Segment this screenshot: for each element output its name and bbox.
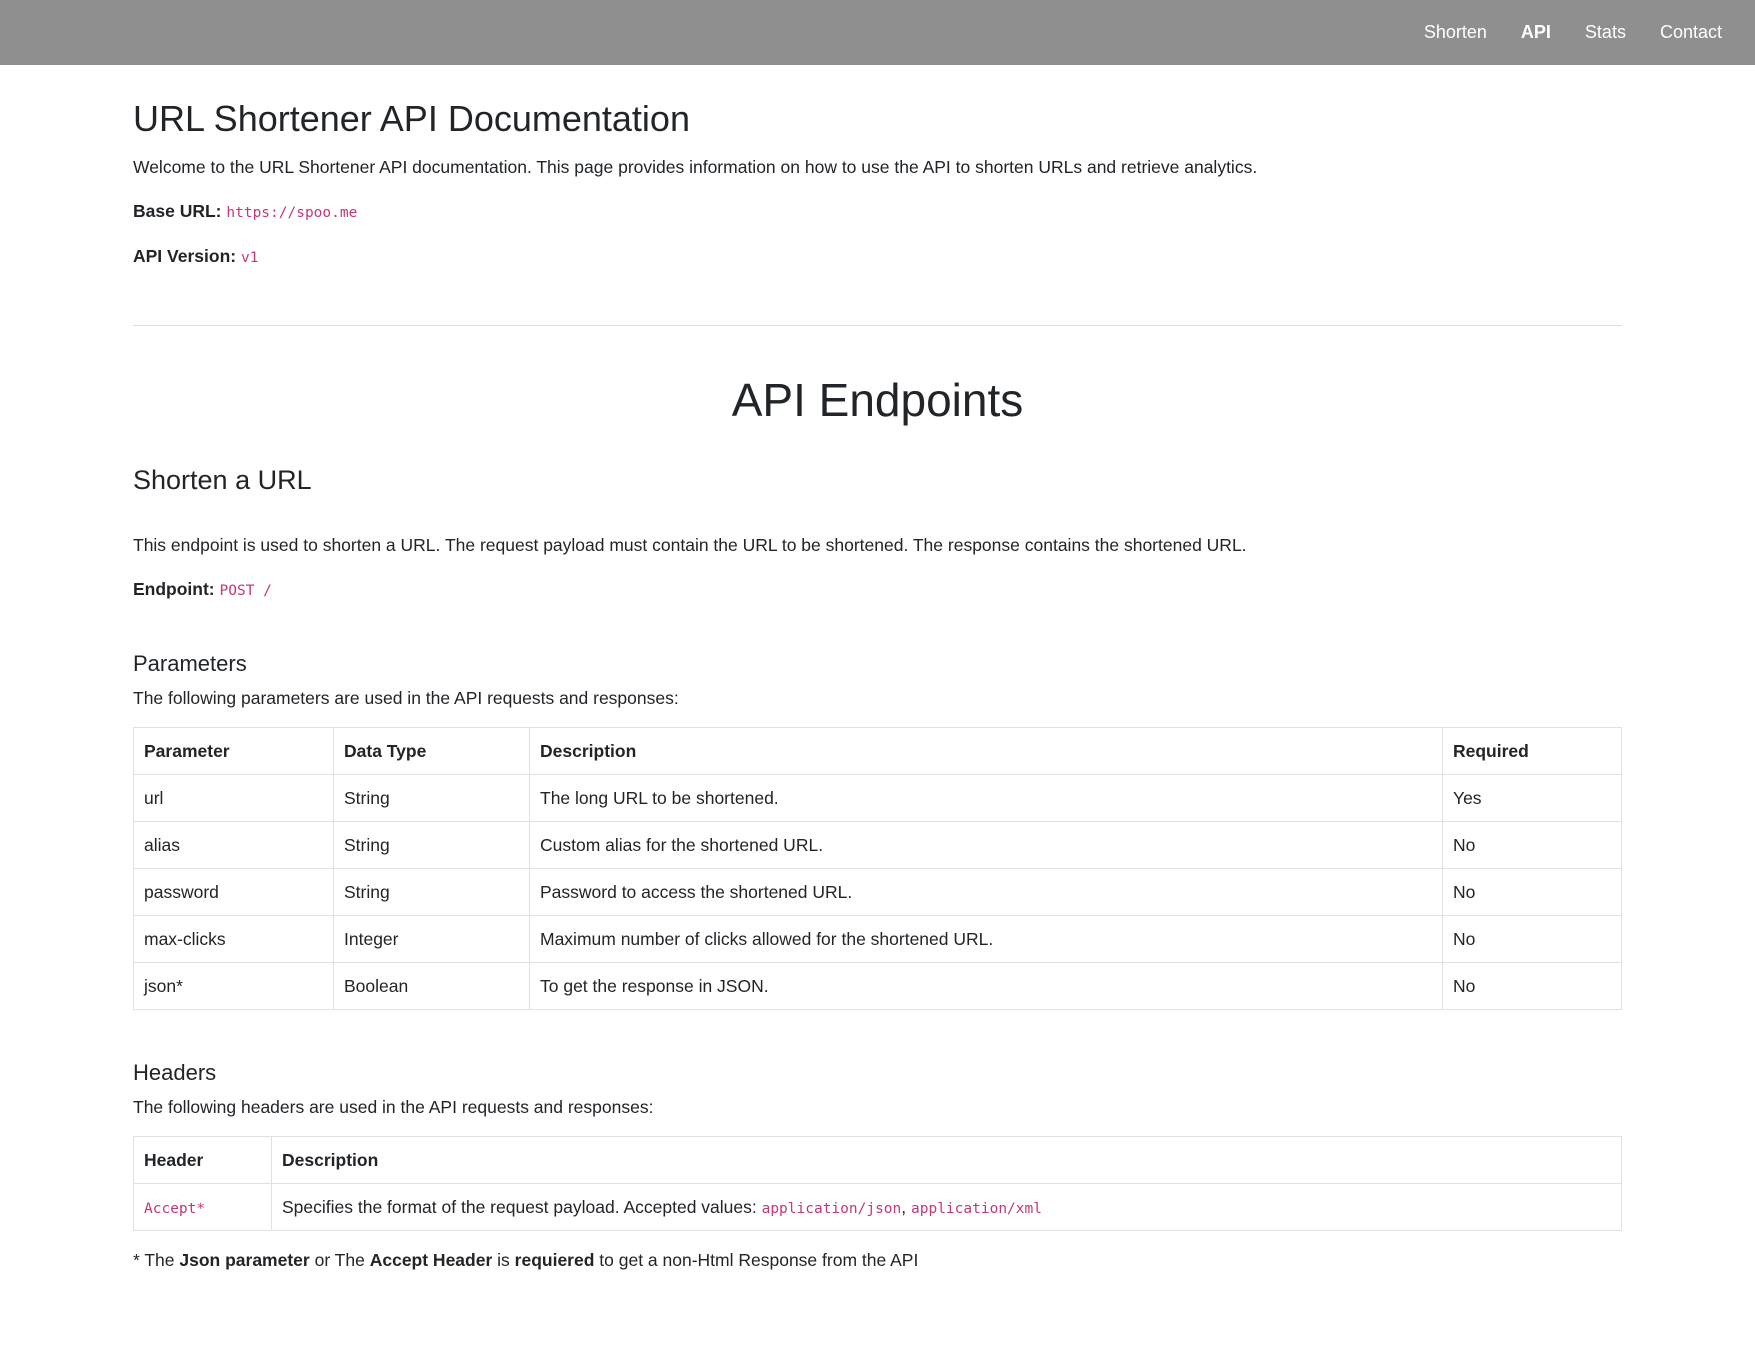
nav-link-contact[interactable]: Contact	[1660, 22, 1722, 43]
table-row: password String Password to access the s…	[133, 868, 1622, 917]
header-description-text: Specifies the format of the request payl…	[282, 1196, 762, 1217]
shorten-description: This endpoint is used to shorten a URL. …	[133, 534, 1247, 555]
cell-parameter: json*	[133, 962, 334, 1011]
headers-header-row: Header Description	[133, 1136, 1622, 1185]
footnote-suffix: to get a non-Html Response from the API	[594, 1250, 919, 1271]
cell-parameter: max-clicks	[133, 915, 334, 964]
table-row: alias String Custom alias for the shorte…	[133, 821, 1622, 870]
footnote-accept-header: Accept Header	[369, 1250, 493, 1271]
headers-title: Headers	[133, 1060, 217, 1086]
footnote-prefix: * The	[133, 1250, 180, 1271]
base-url-label: Base URL:	[133, 201, 222, 222]
column-header-data-type: Data Type	[333, 727, 530, 776]
main-content: URL Shortener API Documentation Welcome …	[133, 97, 1622, 1274]
parameters-description: The following parameters are used in the…	[133, 687, 679, 708]
table-row: Accept* Specifies the format of the requ…	[133, 1183, 1622, 1232]
accepted-value-json: application/json	[761, 1200, 902, 1217]
cell-parameter: alias	[133, 821, 334, 870]
nav-link-api[interactable]: API	[1521, 22, 1551, 43]
parameters-title: Parameters	[133, 650, 247, 676]
parameters-table: Parameter Data Type Description Required…	[133, 727, 1622, 1011]
page-title: URL Shortener API Documentation	[133, 98, 690, 139]
endpoint-value: POST /	[219, 583, 272, 600]
cell-description: The long URL to be shortened.	[529, 774, 1443, 823]
base-url-line: Base URL: https://spoo.me	[133, 198, 1622, 225]
accepted-value-xml: application/xml	[911, 1200, 1042, 1217]
column-header-description: Description	[529, 727, 1443, 776]
column-header-required: Required	[1442, 727, 1622, 776]
cell-data-type: String	[333, 868, 530, 917]
cell-data-type: Integer	[333, 915, 530, 964]
cell-data-type: String	[333, 821, 530, 870]
footnote-mid1: or The	[309, 1250, 370, 1271]
footnote-json-parameter: Json parameter	[179, 1250, 310, 1271]
parameters-header-row: Parameter Data Type Description Required	[133, 727, 1622, 776]
footnote-mid2: is	[492, 1250, 515, 1271]
endpoint-line: Endpoint: POST /	[133, 576, 1622, 603]
accept-header-code: Accept*	[144, 1200, 206, 1217]
cell-data-type: Boolean	[333, 962, 530, 1011]
shorten-title: Shorten a URL	[133, 464, 312, 495]
nav-link-shorten[interactable]: Shorten	[1424, 22, 1487, 43]
value-separator: ,	[901, 1196, 912, 1217]
api-version-line: API Version: v1	[133, 243, 1622, 270]
column-header-parameter: Parameter	[133, 727, 334, 776]
table-row: url String The long URL to be shortened.…	[133, 774, 1622, 823]
cell-description: Maximum number of clicks allowed for the…	[529, 915, 1443, 964]
cell-header-description: Specifies the format of the request payl…	[271, 1183, 1622, 1232]
cell-header-name: Accept*	[133, 1183, 272, 1232]
footnote-required: requiered	[514, 1250, 595, 1271]
cell-description: To get the response in JSON.	[529, 962, 1443, 1011]
cell-required: No	[1442, 915, 1622, 964]
table-row: max-clicks Integer Maximum number of cli…	[133, 915, 1622, 964]
cell-description: Custom alias for the shortened URL.	[529, 821, 1443, 870]
api-version-value: v1	[240, 250, 259, 267]
intro-description: Welcome to the URL Shortener API documen…	[133, 157, 1258, 178]
cell-description: Password to access the shortened URL.	[529, 868, 1443, 917]
cell-required: No	[1442, 821, 1622, 870]
column-header-header: Header	[133, 1136, 272, 1185]
section-divider	[133, 324, 1622, 326]
headers-table: Header Description Accept* Specifies the…	[133, 1136, 1622, 1232]
nav-link-stats[interactable]: Stats	[1585, 22, 1626, 43]
column-header-description: Description	[271, 1136, 1622, 1185]
cell-required: No	[1442, 962, 1622, 1011]
cell-required: Yes	[1442, 774, 1622, 823]
footnote: * The Json parameter or The Accept Heade…	[133, 1247, 1622, 1273]
headers-description: The following headers are used in the AP…	[133, 1097, 654, 1118]
cell-parameter: password	[133, 868, 334, 917]
api-version-label: API Version:	[133, 246, 237, 267]
endpoint-label: Endpoint:	[133, 579, 215, 600]
top-navbar: Shorten API Stats Contact	[0, 0, 1755, 65]
base-url-value: https://spoo.me	[226, 205, 358, 222]
endpoints-title: API Endpoints	[731, 373, 1024, 426]
cell-data-type: String	[333, 774, 530, 823]
table-row: json* Boolean To get the response in JSO…	[133, 962, 1622, 1011]
cell-required: No	[1442, 868, 1622, 917]
cell-parameter: url	[133, 774, 334, 823]
